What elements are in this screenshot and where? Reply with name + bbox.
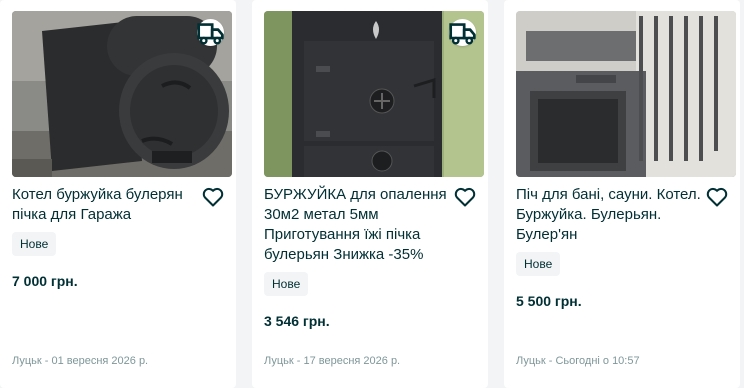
heart-outline-icon <box>455 188 476 207</box>
favorite-button[interactable] <box>202 185 225 209</box>
listing-price: 7 000 грн. <box>12 273 78 289</box>
listing-photo[interactable] <box>12 11 232 177</box>
delivery-badge <box>449 19 476 46</box>
listing-price: 3 546 грн. <box>264 313 330 329</box>
listing-title[interactable]: БУРЖУЙКА для опалення 30м2 метал 5мм При… <box>264 185 454 265</box>
location-date: Луцьк - 01 вересня 2026 р. <box>12 355 149 367</box>
heart-outline-icon <box>707 188 728 207</box>
listing-photo[interactable] <box>264 11 484 177</box>
location-date: Луцьк - Сьогодні о 10:57 <box>516 355 640 367</box>
delivery-badge <box>197 19 224 46</box>
condition-badge: Нове <box>12 232 57 256</box>
listing-title[interactable]: Котел буржуйка булерян пічка для Гаража <box>12 185 202 225</box>
listing-photo[interactable] <box>516 11 736 177</box>
condition-badge: Нове <box>516 252 561 276</box>
location-date: Луцьк - 17 вересня 2026 р. <box>264 355 401 367</box>
listing-price: 5 500 грн. <box>516 293 582 309</box>
condition-badge: Нове <box>264 272 309 296</box>
favorite-button[interactable] <box>706 185 729 209</box>
listing-card[interactable]: БУРЖУЙКА для опалення 30м2 метал 5мм При… <box>252 0 488 388</box>
listing-card[interactable]: Котел буржуйка булерян пічка для Гаража … <box>0 0 236 388</box>
stove-photo-3 <box>516 11 736 177</box>
listing-title[interactable]: Піч для бані, сауни. Котел. Буржуйка. Бу… <box>516 185 706 245</box>
truck-icon <box>197 22 224 44</box>
truck-icon <box>449 22 476 44</box>
favorite-button[interactable] <box>454 185 477 209</box>
listing-card[interactable]: Піч для бані, сауни. Котел. Буржуйка. Бу… <box>504 0 740 388</box>
heart-outline-icon <box>203 188 224 207</box>
